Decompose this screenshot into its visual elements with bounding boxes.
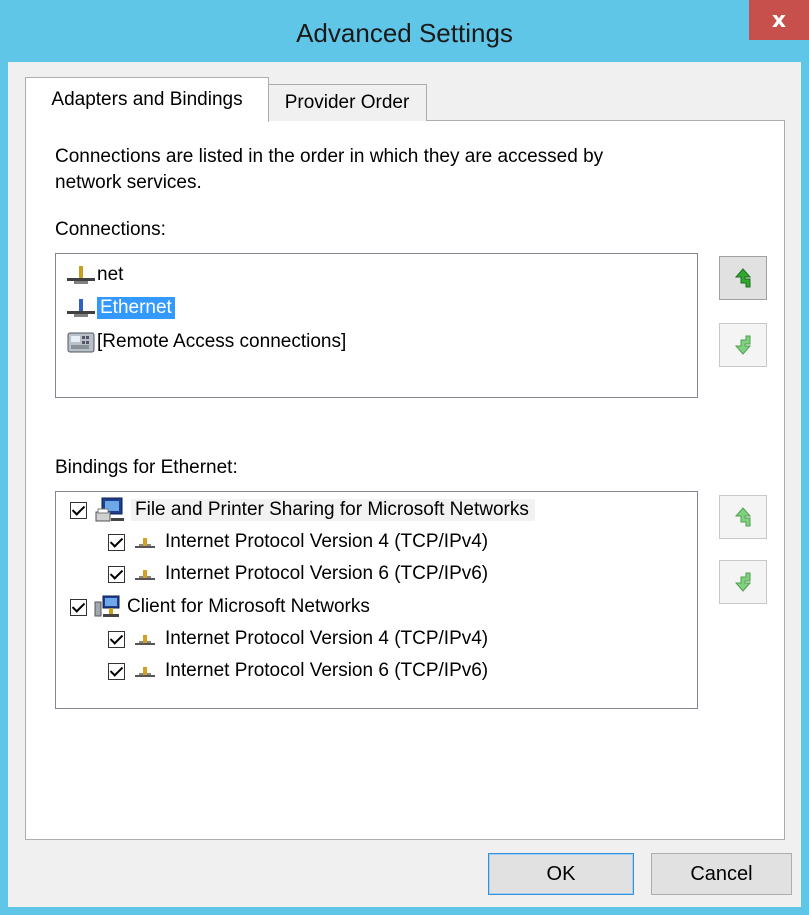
move-down-button[interactable] (719, 323, 767, 367)
connection-label: net (97, 264, 124, 285)
protocol-icon (135, 667, 155, 677)
connections-label: Connections: (55, 219, 166, 240)
list-item[interactable]: [Remote Access connections] (65, 327, 346, 357)
binding-item[interactable]: Internet Protocol Version 6 (TCP/IPv6) (108, 656, 488, 686)
binding-label: Internet Protocol Version 6 (TCP/IPv6) (165, 563, 489, 584)
advanced-settings-window: Advanced Settings x Adapters and Binding… (0, 0, 809, 915)
arrow-up-icon (734, 507, 752, 527)
tab-label: Provider Order (284, 92, 410, 113)
connections-list[interactable]: net Ethernet [Remote Access connections] (55, 253, 698, 398)
binding-checkbox[interactable] (108, 565, 125, 583)
binding-label: Internet Protocol Version 6 (TCP/IPv6) (165, 660, 489, 681)
connection-label-selected: Ethernet (97, 297, 175, 319)
protocol-icon (135, 538, 155, 548)
binding-item[interactable]: File and Printer Sharing for Microsoft N… (70, 495, 535, 525)
tab-label: Adapters and Bindings (51, 89, 243, 110)
tab-adapters-and-bindings[interactable]: Adapters and Bindings (25, 77, 269, 122)
binding-checkbox[interactable] (108, 533, 125, 551)
close-button[interactable]: x (749, 0, 809, 40)
binding-item[interactable]: Client for Microsoft Networks (70, 592, 370, 622)
binding-move-down-button[interactable] (719, 560, 767, 604)
binding-item[interactable]: Internet Protocol Version 4 (TCP/IPv4) (108, 624, 488, 654)
list-item[interactable]: net (65, 260, 123, 290)
phone-icon (67, 332, 95, 353)
description-line-2: network services. (55, 172, 202, 193)
window-title: Advanced Settings (296, 18, 513, 48)
bindings-label: Bindings for Ethernet: (55, 457, 238, 478)
binding-item[interactable]: Internet Protocol Version 6 (TCP/IPv6) (108, 559, 488, 589)
binding-label: Internet Protocol Version 4 (TCP/IPv4) (165, 531, 489, 552)
binding-item[interactable]: Internet Protocol Version 4 (TCP/IPv4) (108, 527, 488, 557)
binding-move-up-button[interactable] (719, 495, 767, 539)
network-adapter-icon (67, 266, 95, 284)
ok-button[interactable]: OK (488, 853, 634, 895)
network-adapter-icon (67, 299, 95, 317)
list-item[interactable]: Ethernet (65, 293, 175, 323)
bindings-list[interactable]: File and Printer Sharing for Microsoft N… (55, 491, 698, 709)
printer-sharing-icon (95, 497, 124, 522)
protocol-icon (135, 635, 155, 645)
title-bar[interactable]: Advanced Settings x (0, 0, 809, 62)
binding-checkbox[interactable] (70, 598, 87, 616)
network-client-icon (94, 595, 120, 617)
ok-button-label: OK (546, 862, 576, 885)
connection-label: [Remote Access connections] (97, 331, 347, 352)
arrow-down-icon (734, 335, 752, 355)
description-line-1: Connections are listed in the order in w… (55, 146, 604, 167)
binding-label: Internet Protocol Version 4 (TCP/IPv4) (165, 628, 489, 649)
cancel-button-label: Cancel (690, 862, 753, 885)
arrow-up-icon (734, 268, 752, 288)
tab-provider-order[interactable]: Provider Order (267, 84, 427, 121)
binding-label: File and Printer Sharing for Microsoft N… (131, 499, 535, 521)
binding-checkbox[interactable] (70, 501, 87, 519)
move-up-button[interactable] (719, 256, 767, 300)
binding-checkbox[interactable] (108, 662, 125, 680)
close-icon: x (771, 7, 787, 33)
binding-label: Client for Microsoft Networks (127, 596, 370, 617)
cancel-button[interactable]: Cancel (651, 853, 792, 895)
arrow-down-icon (734, 572, 752, 592)
binding-checkbox[interactable] (108, 630, 125, 648)
protocol-icon (135, 570, 155, 580)
